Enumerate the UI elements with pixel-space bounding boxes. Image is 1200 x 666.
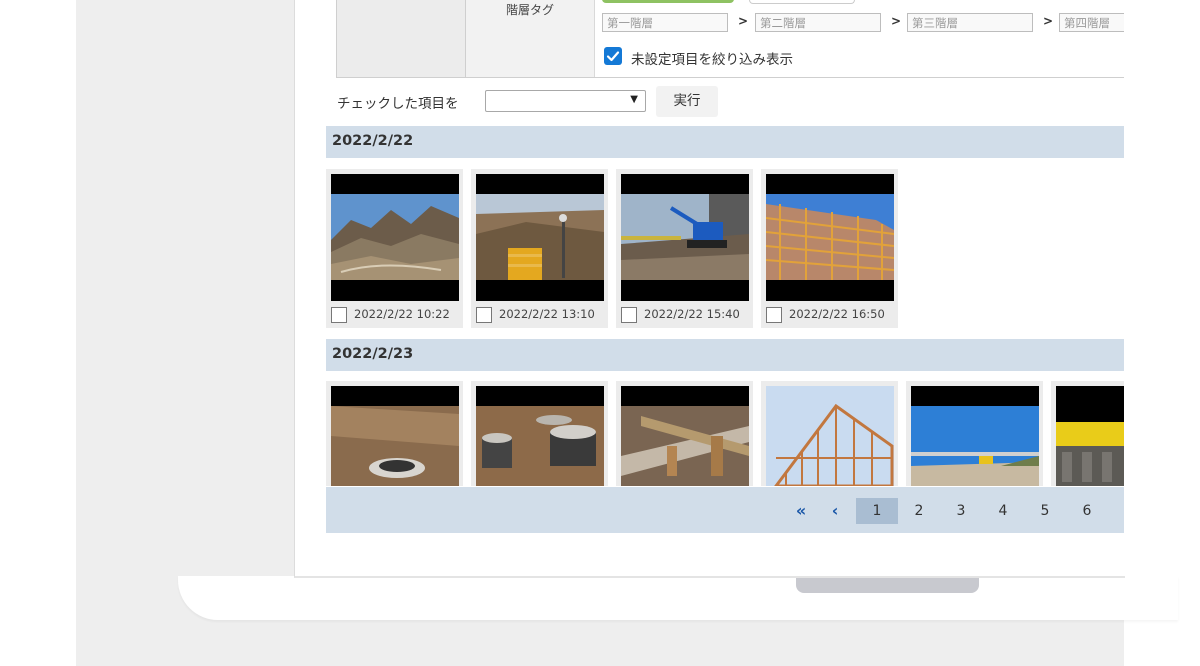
unset-filter-checkbox[interactable] — [604, 47, 622, 65]
tier-3-input[interactable]: 第三階層 — [907, 13, 1033, 32]
photo-timestamp: 2022/2/22 16:50 — [789, 307, 885, 321]
tier-tag-header-cell: 階層タグ — [466, 0, 595, 77]
execute-button[interactable]: 実行 — [656, 86, 718, 117]
photo-thumbnail-excavation-site[interactable] — [476, 174, 604, 301]
photo-thumbnail-mountain-landscape[interactable] — [331, 174, 459, 301]
photo-card[interactable] — [616, 381, 753, 486]
tier-tag-label: 階層タグ — [505, 3, 554, 17]
photo-card[interactable] — [761, 381, 898, 486]
tier-1-input[interactable]: 第一階層 — [602, 13, 728, 32]
photo-thumbnail-concrete-pipes[interactable] — [476, 386, 604, 486]
pagination-bar: « ‹ 1 2 3 4 5 6 — [326, 487, 1124, 533]
photo-thumbnail-soil-pipe[interactable] — [331, 386, 459, 486]
tier-separator: > — [1043, 14, 1054, 28]
photo-timestamp: 2022/2/22 10:22 — [354, 307, 450, 321]
page-1-button[interactable]: 1 — [856, 498, 898, 524]
page-4-button[interactable]: 4 — [982, 498, 1024, 524]
filter-blank-cell — [337, 0, 466, 77]
photo-timestamp: 2022/2/22 13:10 — [499, 307, 595, 321]
tier-2-input[interactable]: 第二階層 — [755, 13, 881, 32]
filter-table: 階層タグ 第一階層 > 第二階層 > 第三階層 > 第四階層 未設定項目を絞り込… — [336, 0, 1124, 78]
photo-thumbnail-rebar-formwork[interactable] — [621, 386, 749, 486]
photo-timestamp: 2022/2/22 15:40 — [644, 307, 740, 321]
laptop-base — [178, 576, 1178, 620]
tier-separator: > — [891, 14, 902, 28]
photo-card[interactable]: 2022/2/22 13:10 — [471, 169, 608, 328]
photo-checkbox[interactable] — [621, 307, 637, 323]
unset-filter-label: 未設定項目を絞り込み表示 — [631, 52, 793, 68]
double-chevron-left-icon: « — [795, 501, 807, 520]
photo-thumbnail-yellow-machinery[interactable] — [1056, 386, 1124, 486]
photo-card[interactable]: 2022/2/22 10:22 — [326, 169, 463, 328]
photo-thumbnail-excavator[interactable] — [621, 174, 749, 301]
page-5-button[interactable]: 5 — [1024, 498, 1066, 524]
green-action-button[interactable] — [602, 0, 734, 3]
chevron-left-icon: ‹ — [831, 501, 839, 520]
photo-card[interactable] — [1051, 381, 1124, 486]
photo-card[interactable] — [326, 381, 463, 486]
app-viewport: 階層タグ 第一階層 > 第二階層 > 第三階層 > 第四階層 未設定項目を絞り込… — [326, 0, 1124, 533]
photo-checkbox[interactable] — [766, 307, 782, 323]
photo-card[interactable]: 2022/2/22 15:40 — [616, 169, 753, 328]
photo-checkbox[interactable] — [331, 307, 347, 323]
secondary-action-button[interactable] — [749, 0, 855, 4]
date-header: 2022/2/22 — [326, 126, 1124, 158]
tier-4-input[interactable]: 第四階層 — [1059, 13, 1124, 32]
date-label: 2022/2/23 — [332, 346, 414, 362]
photo-checkbox[interactable] — [476, 307, 492, 323]
photo-thumbnail-road-construction[interactable] — [911, 386, 1039, 486]
photo-card[interactable]: 2022/2/22 16:50 — [761, 169, 898, 328]
caret-down-icon: ▼ — [630, 94, 638, 105]
photo-card[interactable] — [906, 381, 1043, 486]
page-6-button[interactable]: 6 — [1066, 498, 1108, 524]
date-header: 2022/2/23 — [326, 339, 1124, 371]
laptop-notch — [796, 578, 979, 593]
photo-thumbnail-timber-frame[interactable] — [766, 386, 894, 486]
photo-card[interactable] — [471, 381, 608, 486]
prev-page-button[interactable]: ‹ — [814, 498, 856, 524]
photo-thumbnail-building-scaffolding[interactable] — [766, 174, 894, 301]
page-2-button[interactable]: 2 — [898, 498, 940, 524]
checked-items-label: チェックした項目を — [337, 96, 459, 112]
tier-separator: > — [738, 14, 749, 28]
date-label: 2022/2/22 — [332, 133, 414, 149]
page-3-button[interactable]: 3 — [940, 498, 982, 524]
checkmark-icon — [606, 51, 620, 62]
bulk-action-select[interactable]: ▼ — [485, 90, 646, 112]
